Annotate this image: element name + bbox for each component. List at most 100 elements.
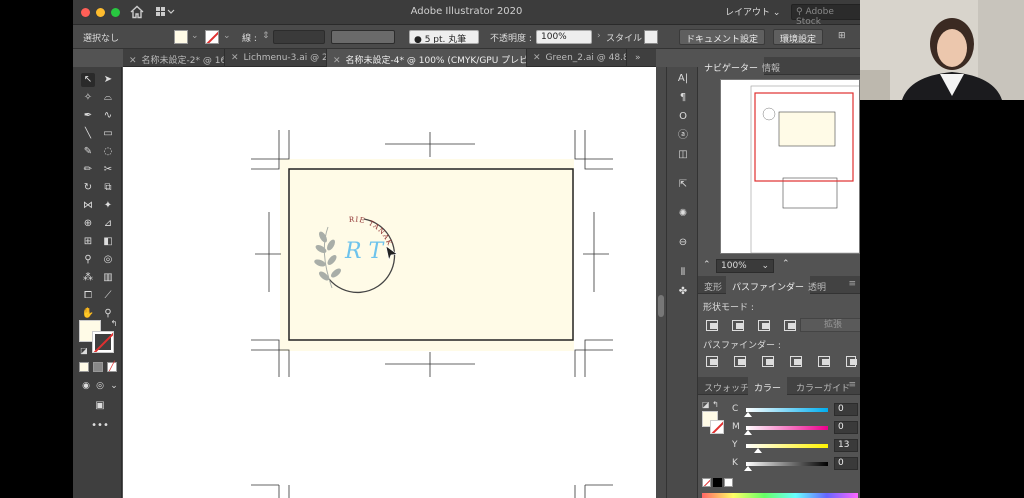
minus-back-icon[interactable] [846, 356, 857, 367]
width-tool-icon[interactable]: ⋈ [81, 199, 95, 213]
black-color-button[interactable] [713, 478, 722, 487]
black-knob[interactable] [744, 466, 752, 471]
symbol-sprayer-tool-icon[interactable]: ⁂ [81, 271, 95, 285]
document-setup-button[interactable]: ドキュメント設定 [679, 29, 766, 45]
align-options-icon[interactable]: ⊞ [838, 31, 846, 41]
rectangle-tool-icon[interactable]: ▭ [101, 127, 115, 141]
magenta-slider[interactable]: M 0 % [732, 421, 860, 435]
vertical-scrollbar[interactable] [656, 67, 666, 498]
eyedropper-tool-icon[interactable]: ⚲ [81, 253, 95, 267]
black-slider[interactable]: K 0 % [732, 457, 860, 471]
curvature-tool-icon[interactable]: ∿ [101, 109, 115, 123]
tab-color-guide[interactable]: カラーガイド [790, 377, 856, 395]
slice-tool-icon[interactable]: ⟋ [101, 289, 115, 303]
pencil-tool-icon[interactable]: ✏ [81, 163, 95, 177]
magic-wand-tool-icon[interactable]: ✧ [81, 91, 95, 105]
tab-transform[interactable]: 変形 [698, 276, 728, 294]
opacity-field[interactable]: 100% [536, 30, 592, 44]
chevron-down-icon[interactable]: ⌄ [191, 31, 199, 41]
paintbrush-tool-icon[interactable]: ✎ [81, 145, 95, 159]
gradient-tool-icon[interactable]: ◧ [101, 235, 115, 249]
close-tab-icon[interactable]: ✕ [533, 53, 541, 63]
magenta-track[interactable] [746, 426, 828, 430]
stroke-weight-field[interactable] [273, 30, 325, 44]
lasso-tool-icon[interactable]: ⌓ [101, 91, 115, 105]
workspace-layout-button[interactable]: レイアウト ⌄ [725, 5, 780, 18]
card-rectangle[interactable] [288, 168, 574, 341]
navigator-zoom-field[interactable]: 100% ⌄ [716, 259, 774, 273]
unite-icon[interactable] [706, 320, 718, 331]
magenta-value[interactable]: 0 [834, 421, 858, 434]
color-stroke-swatch[interactable] [710, 420, 724, 434]
rotate-tool-icon[interactable]: ↻ [81, 181, 95, 195]
preferences-button[interactable]: 環境設定 [773, 29, 824, 45]
tab-pathfinder[interactable]: パスファインダー [726, 276, 811, 294]
close-tab-icon[interactable]: ✕ [333, 56, 341, 66]
export-panel-icon[interactable]: ⇱ [676, 178, 690, 192]
zoom-in-icon[interactable]: ⌃ [782, 259, 790, 269]
stroke-stepper-icon[interactable]: ⇕ [262, 31, 270, 41]
yellow-value[interactable]: 13 [834, 439, 858, 452]
merge-icon[interactable] [762, 356, 774, 367]
outline-icon[interactable] [818, 356, 830, 367]
navigator-preview[interactable] [720, 79, 860, 254]
cyan-track[interactable] [746, 408, 828, 412]
tab-transparency[interactable]: 透明 [802, 276, 832, 294]
magenta-knob[interactable] [744, 430, 752, 435]
trim-icon[interactable] [734, 356, 746, 367]
scrollbar-thumb[interactable] [658, 295, 664, 317]
expand-button[interactable]: 拡張 [800, 318, 860, 332]
artboard-canvas[interactable]: R T RIE TANAKA [123, 67, 656, 498]
default-colors-icon[interactable]: ◪ [77, 344, 91, 358]
blend-tool-icon[interactable]: ◎ [101, 253, 115, 267]
stroke-color-swatch[interactable] [205, 30, 219, 44]
chevron-down-icon[interactable]: ⌄ [223, 31, 231, 41]
panel-menu-icon[interactable]: ≡ [848, 380, 856, 390]
symbols-panel-icon[interactable]: ✤ [676, 285, 690, 299]
brush-definition-dropdown[interactable]: ● 5 pt. 丸筆 [409, 30, 479, 44]
puppet-warp-tool-icon[interactable]: ✦ [101, 199, 115, 213]
document-tab-active[interactable]: ✕ 名称未設定-4* @ 100% (CMYK/GPU プレビュー) [327, 49, 527, 67]
scale-tool-icon[interactable]: ⧉ [101, 181, 115, 195]
links-panel-icon[interactable]: ⊖ [676, 236, 690, 250]
document-tab[interactable]: ✕ Lichmenu-3.ai @ 2... [225, 49, 327, 67]
variable-width-profile[interactable] [331, 30, 395, 44]
gradient-mode-icon[interactable] [93, 362, 103, 372]
default-colors-icon[interactable]: ◪ ↰ [702, 400, 719, 409]
screen-mode-icon[interactable]: ▣ [91, 399, 109, 413]
document-tab[interactable]: ✕ Green_2.ai @ 48.8... [527, 49, 627, 67]
none-mode-icon[interactable]: ╱ [107, 362, 117, 372]
align-panel-icon[interactable]: ⫴ [676, 266, 690, 280]
column-graph-tool-icon[interactable]: ▥ [101, 271, 115, 285]
opentype-panel-icon[interactable]: O [676, 110, 690, 124]
cyan-slider[interactable]: C 0 % [732, 403, 860, 417]
draw-normal-icon[interactable]: ◉ [79, 379, 93, 393]
document-tab[interactable]: ✕ 名称未設定-2* @ 16... [123, 49, 225, 67]
close-tab-icon[interactable]: ✕ [231, 53, 239, 63]
white-color-button[interactable] [724, 478, 733, 487]
mesh-tool-icon[interactable]: ⊞ [81, 235, 95, 249]
swap-fill-stroke-icon[interactable]: ↰ [107, 317, 121, 331]
cyan-knob[interactable] [744, 412, 752, 417]
black-value[interactable]: 0 [834, 457, 858, 470]
artboard-tool-icon[interactable]: ⧠ [81, 289, 95, 303]
tab-color[interactable]: カラー [748, 377, 788, 395]
scissors-tool-icon[interactable]: ✂ [101, 163, 115, 177]
pen-tool-icon[interactable]: ✒ [81, 109, 95, 123]
fill-color-swatch[interactable] [174, 30, 188, 44]
edit-toolbar-icon[interactable]: ••• [91, 419, 109, 433]
yellow-slider[interactable]: Y 13 % [732, 439, 860, 453]
intersect-icon[interactable] [758, 320, 770, 331]
selection-tool-icon[interactable]: ↖ [81, 73, 95, 87]
color-spectrum-bar[interactable] [702, 493, 858, 498]
glyphs-panel-icon[interactable]: ⓐ [676, 129, 690, 143]
divide-icon[interactable] [706, 356, 718, 367]
yellow-knob[interactable] [754, 448, 762, 453]
direct-selection-tool-icon[interactable]: ➤ [101, 73, 115, 87]
graphic-style-swatch[interactable] [644, 30, 658, 44]
tab-navigator[interactable]: ナビゲーター [698, 57, 765, 75]
minus-front-icon[interactable] [732, 320, 744, 331]
layers-panel-icon[interactable]: ◫ [676, 148, 690, 162]
tab-overflow-icon[interactable]: » [629, 49, 653, 67]
stroke-swatch-large[interactable] [92, 331, 114, 353]
